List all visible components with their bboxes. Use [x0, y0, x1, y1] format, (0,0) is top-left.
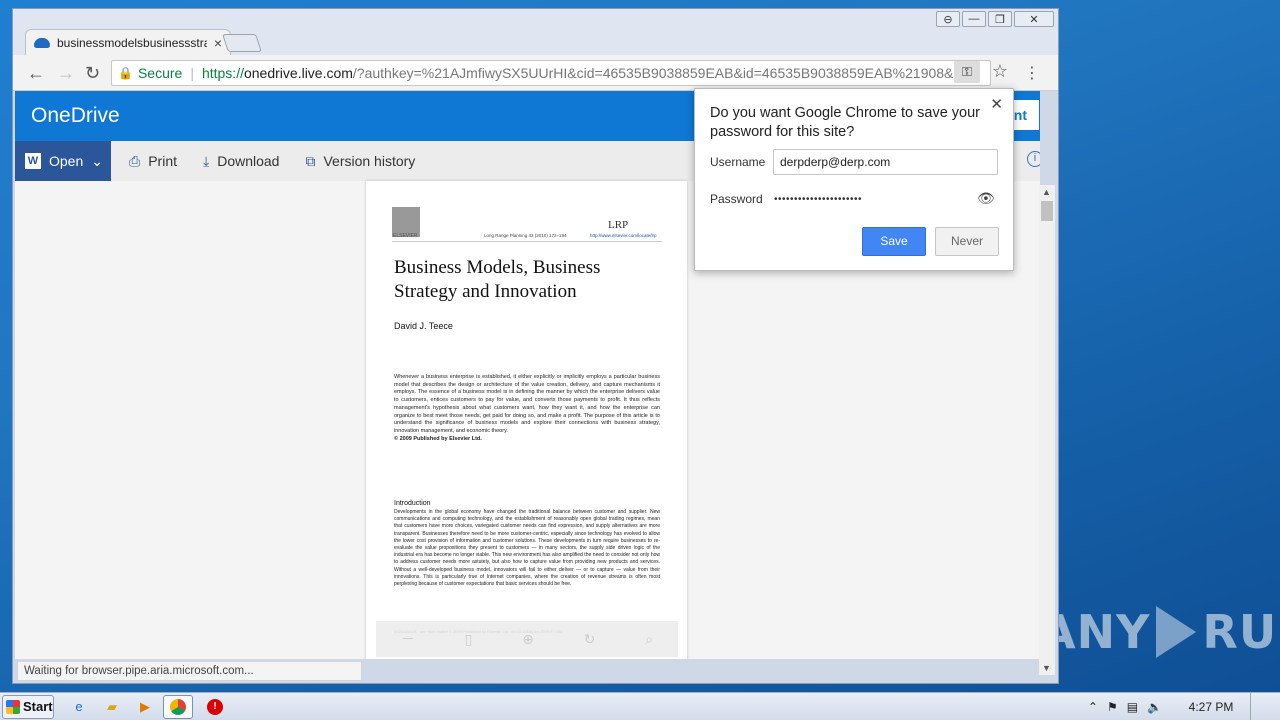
chrome-taskbar-icon[interactable] [163, 694, 193, 719]
anyrun-watermark: ANY RUN [1040, 605, 1280, 659]
search-icon[interactable]: ⌕ [645, 631, 653, 648]
title-bar[interactable]: businessmodelsbusinessstra × ⊖ — ❐ ✕ [13, 9, 1058, 56]
username-field[interactable]: derpderp@derp.com [773, 149, 998, 175]
tray-expand-icon[interactable]: ⌃ [1088, 700, 1098, 714]
address-bar[interactable]: 🔒 Secure | https:// onedrive.live.com /?… [111, 60, 991, 86]
zoom-out-icon[interactable]: － [401, 629, 415, 649]
browser-toolbar: ← → ↻ 🔒 Secure | https:// onedrive.live.… [13, 55, 1058, 91]
chrome-menu-icon[interactable]: ⋮ [1024, 63, 1040, 83]
onedrive-logo[interactable]: OneDrive [31, 104, 120, 128]
secure-label: Secure [137, 65, 183, 81]
intro-text: Developments in the global economy have … [394, 509, 660, 588]
new-tab-button[interactable] [222, 34, 262, 52]
tab-title: businessmodelsbusinessstra [56, 36, 207, 50]
publisher-label: ELSEVIER [393, 233, 418, 239]
maximize-button[interactable]: ❐ [988, 11, 1012, 27]
word-icon: W [25, 153, 41, 169]
version-history-button[interactable]: ⧉ Version history [297, 153, 423, 170]
save-button[interactable]: Save [862, 227, 926, 256]
media-player-icon[interactable]: ▶ [134, 696, 156, 718]
printer-icon: ⎙ [129, 152, 141, 169]
profile-icon[interactable]: ⊖ [936, 11, 960, 27]
status-bar: Waiting for browser.pipe.aria.microsoft.… [17, 661, 362, 681]
print-label: Print [148, 153, 177, 169]
watermark-text-right: RUN [1202, 605, 1280, 659]
internet-explorer-icon[interactable]: e [68, 696, 90, 718]
open-label: Open [49, 153, 84, 169]
scroll-up-icon[interactable]: ▲ [1042, 187, 1051, 197]
rotate-icon[interactable]: ↻ [584, 631, 596, 648]
page-navigation-bar[interactable]: － ▯ ⊕ ↻ ⌕ [376, 621, 678, 657]
dialog-question: Do you want Google Chrome to save your p… [710, 105, 980, 140]
print-button[interactable]: ⎙ Print [121, 153, 185, 170]
version-history-icon: ⧉ [305, 152, 316, 169]
journal-logo: LRP [608, 219, 629, 231]
document-page: ELSEVIER Long Range Planning 43 (2010) 1… [366, 181, 687, 659]
forward-button[interactable]: → [57, 63, 75, 84]
close-icon[interactable]: ✕ [990, 95, 1003, 113]
opera-icon[interactable]: ! [204, 696, 226, 718]
network-icon[interactable]: ▤ [1127, 700, 1138, 714]
copyright-line: © 2009 Published by Elsevier Ltd. [394, 435, 482, 442]
volume-icon[interactable]: 🔈 [1147, 700, 1162, 714]
page-indicator-icon[interactable]: ▯ [465, 631, 473, 648]
save-password-dialog: Do you want Google Chrome to save your p… [694, 88, 1014, 271]
password-field[interactable]: •••••••••••••••••••••• [774, 194, 862, 205]
journal-url: http://www.elsevier.com/locate/lrp [590, 233, 657, 238]
reload-button[interactable]: ↻ [85, 63, 100, 84]
url-host: onedrive.live.com [243, 65, 353, 81]
scroll-down-icon[interactable]: ▼ [1042, 663, 1051, 673]
username-label: Username [710, 155, 766, 169]
chrome-icon [170, 698, 186, 715]
url-path: /?authkey=%21AJmfiwySX5UUrHI&cid=46535B9… [352, 65, 966, 81]
onedrive-cloud-icon [34, 38, 50, 48]
zoom-in-icon[interactable]: ⊕ [522, 631, 534, 648]
lock-icon: 🔒 [118, 66, 133, 80]
download-button[interactable]: ⤓ Download [195, 153, 287, 170]
journal-citation: Long Range Planning 43 (2010) 172–194 [484, 233, 567, 238]
clock[interactable]: 4:27 PM [1181, 700, 1241, 714]
password-label: Password [710, 192, 763, 206]
tab-close-button[interactable]: × [214, 35, 222, 51]
header-rule [392, 241, 662, 242]
show-desktop-button[interactable] [1250, 693, 1260, 720]
intro-heading: Introduction [394, 500, 431, 507]
bookmark-star-icon[interactable]: ☆ [992, 61, 1008, 82]
page-scrollbar[interactable]: ▲ ▼ [1039, 185, 1055, 675]
document-author: David J. Teece [394, 321, 453, 331]
address-separator: | [190, 65, 194, 81]
close-window-button[interactable]: ✕ [1014, 11, 1054, 27]
minimize-button[interactable]: — [962, 11, 986, 27]
url-scheme: https:// [201, 65, 244, 81]
system-tray: ⌃ ⚑ ▤ 🔈 4:27 PM [1088, 693, 1280, 720]
browser-tab[interactable]: businessmodelsbusinessstra × [25, 29, 231, 56]
never-button[interactable]: Never [935, 227, 999, 256]
scroll-thumb[interactable] [1041, 201, 1053, 221]
windows-logo-icon [6, 699, 20, 714]
start-label: Start [23, 699, 53, 714]
key-icon[interactable]: ⚿ [954, 61, 980, 83]
eye-icon[interactable]: 👁 [977, 190, 995, 207]
download-label: Download [217, 153, 280, 169]
version-history-label: Version history [323, 153, 416, 169]
back-button[interactable]: ← [27, 63, 45, 84]
document-title: Business Models, Business Strategy and I… [394, 257, 601, 302]
windows-taskbar: Start e ▰ ▶ ! ⌃ ⚑ ▤ 🔈 4:27 PM [0, 692, 1280, 720]
play-icon [1156, 606, 1197, 658]
window-controls: ⊖ — ❐ ✕ [936, 11, 1054, 27]
action-center-flag-icon[interactable]: ⚑ [1107, 700, 1118, 714]
abstract-text: Whenever a business enterprise is establ… [394, 374, 660, 434]
start-button[interactable]: Start [2, 694, 54, 719]
download-icon: ⤓ [203, 152, 210, 169]
file-explorer-icon[interactable]: ▰ [101, 696, 123, 718]
document-abstract: Whenever a business enterprise is establ… [394, 374, 660, 443]
info-icon[interactable]: i [1027, 151, 1040, 167]
chevron-down-icon: ⌄ [91, 152, 103, 169]
open-button[interactable]: W Open ⌄ [15, 141, 111, 181]
